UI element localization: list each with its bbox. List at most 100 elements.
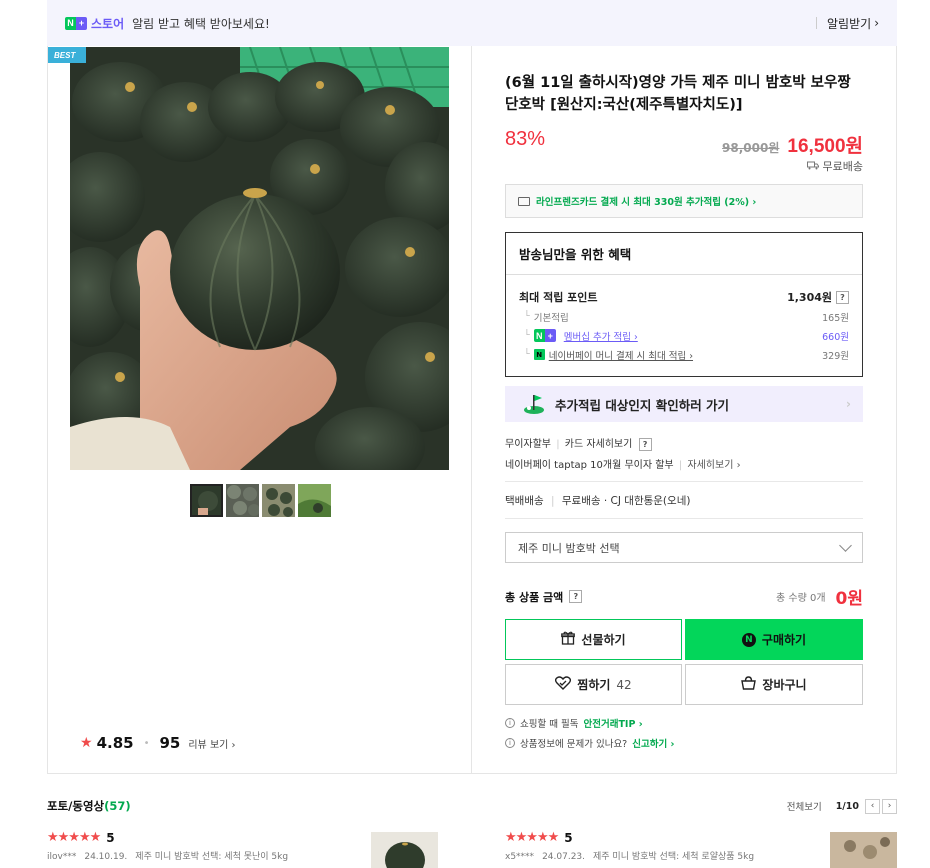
branch-icon: └ — [524, 349, 530, 360]
report-link[interactable]: 신고하기 › — [632, 736, 674, 750]
max-points-value: 1,304원 — [787, 291, 832, 304]
cart-label: 장바구니 — [762, 678, 807, 692]
help-icon[interactable]: ? — [836, 290, 849, 304]
product-main-image[interactable] — [70, 47, 449, 470]
nplus-logo-icon: N + — [533, 329, 556, 342]
review-date: 24.10.19. — [84, 852, 128, 862]
wishlist-button[interactable]: 찜하기 42 — [505, 664, 682, 705]
thumbnail-1[interactable] — [190, 484, 223, 517]
benefit-title: 밤송님만을 위한 혜택 — [506, 233, 862, 275]
total-sum: 0원 — [835, 589, 863, 609]
membership-link[interactable]: 멤버십 추가 적립 › — [564, 329, 638, 343]
review-user: ilov*** — [47, 852, 77, 862]
card-benefit-text: 라인프렌즈카드 결제 시 최대 330원 추가적립 (2%) › — [536, 197, 757, 208]
review-score: 5 — [564, 830, 573, 845]
notice-text: 상품정보에 문제가 있나요? — [520, 739, 628, 750]
banner-message: 알림 받고 혜택 받아보세요! — [132, 16, 270, 31]
store-label: 스토어 — [91, 16, 125, 31]
naverpay-link[interactable]: 네이버페이 머니 결제 시 최대 적립 › — [549, 348, 693, 362]
thumbnail-3[interactable] — [262, 484, 295, 517]
page-indicator: 1/10 — [835, 800, 859, 812]
review-option: 제주 미니 밤호박 선택: 세척 로얄상품 5kg — [593, 852, 755, 862]
installment-label: 무이자할부 — [505, 439, 551, 450]
review-score: 5 — [106, 830, 115, 845]
shopping-bag-icon — [741, 676, 757, 693]
next-page-button[interactable]: › — [882, 798, 897, 814]
gift-icon — [561, 631, 576, 648]
benefit-value: 660원 — [822, 331, 849, 343]
notice-text: 쇼핑할 때 필독 — [520, 719, 579, 730]
review-user: x5**** — [505, 852, 535, 862]
prev-page-button[interactable]: ‹ — [865, 798, 880, 814]
delivery-type: 택배배송 — [505, 495, 544, 507]
credit-card-icon — [518, 196, 530, 206]
review-stars: ★★★★★ 5 — [505, 830, 573, 845]
chevron-right-icon: › — [874, 16, 879, 30]
view-all-link[interactable]: 전체보기 — [787, 799, 822, 813]
price: 98,000원 16,500원 — [722, 131, 863, 158]
buy-button[interactable]: N 구매하기 — [685, 619, 863, 660]
rating-summary: ★ 4.85 • 95 리뷰 보기 › — [80, 734, 236, 752]
option-select-label: 제주 미니 밤호박 선택 — [518, 541, 620, 555]
report-notice: i 상품정보에 문제가 있나요? 신고하기 › — [505, 736, 674, 750]
separator-dot: • — [143, 737, 150, 749]
benefit-row: └ N + 멤버십 추가 적립 › 660원 — [519, 326, 849, 345]
review-photo[interactable] — [830, 832, 897, 868]
branch-icon: └ — [524, 311, 530, 322]
review-link[interactable]: 리뷰 보기 › — [188, 736, 235, 751]
photo-review-header: 포토/동영상(57) 전체보기 1/10 ‹ › — [47, 798, 897, 814]
max-points-label: 최대 적립 포인트 — [519, 291, 598, 304]
benefit-box: 밤송님만을 위한 혜택 최대 적립 포인트 1,304원 ? └ 기본적립 165… — [505, 232, 863, 377]
cart-button[interactable]: 장바구니 — [685, 664, 863, 705]
help-icon[interactable]: ? — [638, 438, 652, 451]
safe-trade-tip-link[interactable]: 안전거래TIP › — [583, 716, 642, 730]
buy-label: 구매하기 — [761, 633, 807, 647]
card-benefit-link[interactable]: 라인프렌즈카드 결제 시 최대 330원 추가적립 (2%) › — [505, 184, 863, 218]
wishlist-count: 42 — [616, 677, 632, 692]
option-select[interactable]: 제주 미니 밤호박 선택 — [505, 532, 863, 563]
naver-logo-icon: N — [741, 632, 756, 647]
subscribe-button[interactable]: 알림받기 › — [816, 15, 879, 32]
benefit-value: 329원 — [822, 350, 849, 362]
subscribe-label: 알림받기 — [827, 16, 872, 31]
thumbnail-strip — [190, 484, 331, 517]
divider — [505, 518, 863, 519]
thumbnail-4[interactable] — [298, 484, 331, 517]
heart-icon — [555, 676, 572, 693]
chevron-down-icon — [839, 538, 852, 552]
extra-points-check-button[interactable]: 추가적립 대상인지 확인하러 가기 › — [505, 386, 863, 422]
taptap-detail-link[interactable]: 자세히보기 › — [687, 460, 740, 471]
benefit-row: └ N 네이버페이 머니 결제 시 최대 적립 › 329원 — [519, 345, 849, 364]
card-detail-link[interactable]: 카드 자세히보기 — [565, 439, 633, 450]
taptap-label: 네이버페이 taptap 10개월 무이자 할부 — [505, 460, 674, 471]
benefit-label: 기본적립 — [533, 312, 569, 324]
review-photo[interactable] — [371, 832, 438, 868]
gift-button[interactable]: 선물하기 — [505, 619, 682, 660]
total-quantity: 총 수량 0개 — [776, 593, 826, 604]
thumbnail-2[interactable] — [226, 484, 259, 517]
branch-icon: └ — [524, 330, 530, 341]
total-label: 총 상품 금액 — [505, 590, 564, 604]
notification-banner: N + 스토어 알림 받고 혜택 받아보세요! 알림받기 › — [47, 0, 897, 46]
divider — [816, 17, 818, 29]
help-icon[interactable]: ? — [569, 590, 583, 603]
naverpay-icon: N — [533, 349, 545, 360]
shipping-label: 무료배송 — [822, 160, 863, 173]
payment-info: 무이자할부 | 카드 자세히보기 ? 네이버페이 taptap 10개월 무이자… — [505, 438, 741, 471]
sale-price: 16,500원 — [787, 136, 863, 157]
chevron-right-icon: › — [846, 397, 851, 411]
review-date: 24.07.23. — [542, 852, 586, 862]
safety-notice: i 쇼핑할 때 필독 안전거래TIP › — [505, 716, 643, 730]
golf-flag-icon — [523, 393, 545, 415]
best-badge: BEST — [48, 47, 86, 63]
photo-review-count: (57) — [104, 799, 131, 813]
check-banner-text: 추가적립 대상인지 확인하러 가기 — [555, 397, 730, 413]
panel-divider — [471, 46, 472, 774]
product-title: (6월 11일 출하시작)영양 가득 제주 미니 밤호박 보우짱 단호박 [원산… — [505, 75, 851, 113]
review-item[interactable]: ★★★★★ 5 x5**** 24.07.23. 제주 미니 밤호박 선택: 세척 로… — [505, 830, 762, 862]
benefit-value: 165원 — [822, 312, 849, 324]
review-meta: ilov*** 24.10.19. 제주 미니 밤호박 선택: 세척 못난이 5kg — [47, 849, 296, 862]
delivery-info: 택배배송 | 무료배송 · CJ 대한통운(오네) — [505, 495, 691, 507]
review-item[interactable]: ★★★★★ 5 ilov*** 24.10.19. 제주 미니 밤호박 선택: 세척 … — [47, 830, 296, 862]
wishlist-label: 찜하기 — [577, 678, 611, 692]
